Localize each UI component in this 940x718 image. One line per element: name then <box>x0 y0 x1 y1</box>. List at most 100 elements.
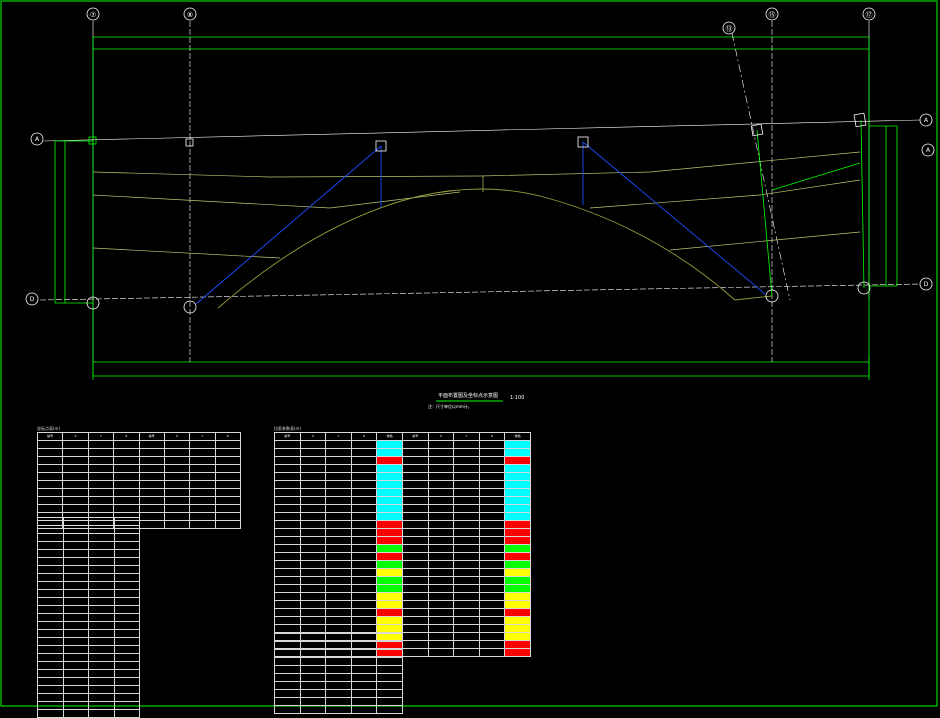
table-row <box>274 504 531 513</box>
table-cell <box>62 669 89 678</box>
table-cell <box>138 448 165 457</box>
table-cell <box>427 464 455 473</box>
table-row <box>36 496 242 505</box>
table-cell <box>299 440 327 449</box>
table-cell <box>113 613 140 622</box>
table-cell <box>427 648 455 657</box>
table-cell <box>88 541 115 550</box>
table-cell <box>37 589 64 598</box>
table-cell <box>427 496 455 505</box>
table-cell <box>376 552 403 561</box>
table-cell <box>88 597 115 606</box>
table-cell <box>453 536 480 545</box>
table-cell <box>88 701 115 710</box>
table-row <box>274 592 531 601</box>
header-cell: Z <box>478 432 506 441</box>
table-cell <box>478 536 506 545</box>
table-row <box>36 488 242 497</box>
table-cell <box>504 520 531 529</box>
table-cell <box>274 568 301 577</box>
table-cell <box>478 552 506 561</box>
header-cell: Y <box>453 432 480 441</box>
table-cell <box>62 496 89 505</box>
axis-bubble-label: ⑮ <box>769 11 776 19</box>
table-cell <box>478 512 506 521</box>
table-cell <box>376 592 403 601</box>
table-cell <box>299 576 327 585</box>
table-cell <box>453 488 480 497</box>
table-cell <box>325 665 352 674</box>
table-cell <box>478 464 506 473</box>
table-cell <box>189 504 216 513</box>
table-cell <box>113 541 140 550</box>
table-cell <box>453 504 480 513</box>
table-cell <box>478 448 506 457</box>
table-cell <box>88 661 115 670</box>
table-cell <box>163 488 191 497</box>
table-cell <box>138 512 165 521</box>
axis-bubble-label: ⑦ <box>90 11 96 19</box>
table-row <box>37 549 140 558</box>
table-cell <box>37 685 64 694</box>
table-cell <box>138 496 165 505</box>
table-cell <box>37 661 64 670</box>
table-cell <box>113 565 140 574</box>
drawing-scale: 1:100 <box>510 395 524 401</box>
table-cell <box>453 528 480 537</box>
table-cell <box>87 480 115 489</box>
table-cell <box>36 464 64 473</box>
table-cell <box>325 536 352 545</box>
table-cell <box>350 488 378 497</box>
table-cell <box>478 616 506 625</box>
table-continuation <box>37 517 140 718</box>
header-cell: 编号 <box>274 432 301 441</box>
table-row <box>274 488 531 497</box>
table-row <box>37 565 140 574</box>
table-cell <box>376 448 403 457</box>
header-cell: X <box>299 432 327 441</box>
table-cell <box>401 560 429 569</box>
table-row <box>274 560 531 569</box>
table-cell <box>350 480 378 489</box>
axis-bubbles-top <box>86 7 876 35</box>
table-cell <box>453 568 480 577</box>
table-cell <box>478 504 506 513</box>
table-cell <box>62 549 89 558</box>
table-cell <box>214 520 242 529</box>
table-cell <box>427 440 455 449</box>
table-row <box>37 557 140 566</box>
table-cell <box>401 536 429 545</box>
table-cell <box>274 464 301 473</box>
table-row <box>274 681 403 690</box>
table-cell <box>138 480 165 489</box>
table-cell <box>88 613 115 622</box>
table-cell <box>274 576 301 585</box>
table-cell <box>62 597 89 606</box>
axis-bubble-label: D <box>30 296 35 303</box>
table-cell <box>37 565 64 574</box>
table-cell <box>299 464 327 473</box>
cable-table: 编号 X Y Z 规格 编号 X Y Z 规格 <box>274 432 531 657</box>
table-cell <box>299 520 327 529</box>
table-cell <box>325 512 352 521</box>
table-cell <box>478 544 506 553</box>
table-cell <box>62 525 89 534</box>
table-cell <box>274 536 301 545</box>
table-cell <box>350 568 378 577</box>
table-cell <box>274 528 301 537</box>
table-cell <box>62 677 89 686</box>
table-cell <box>350 616 378 625</box>
table-cell <box>88 669 115 678</box>
table-cell <box>376 576 403 585</box>
table-cell <box>214 456 242 465</box>
table-cell <box>401 520 429 529</box>
table-cell <box>427 448 455 457</box>
table-cell <box>87 504 115 513</box>
table-cell <box>62 685 89 694</box>
table-row <box>37 629 140 638</box>
table-cell <box>88 565 115 574</box>
table-row <box>274 624 531 633</box>
table-cell <box>299 624 327 633</box>
table-cell <box>88 517 115 526</box>
table-cell <box>37 573 64 582</box>
